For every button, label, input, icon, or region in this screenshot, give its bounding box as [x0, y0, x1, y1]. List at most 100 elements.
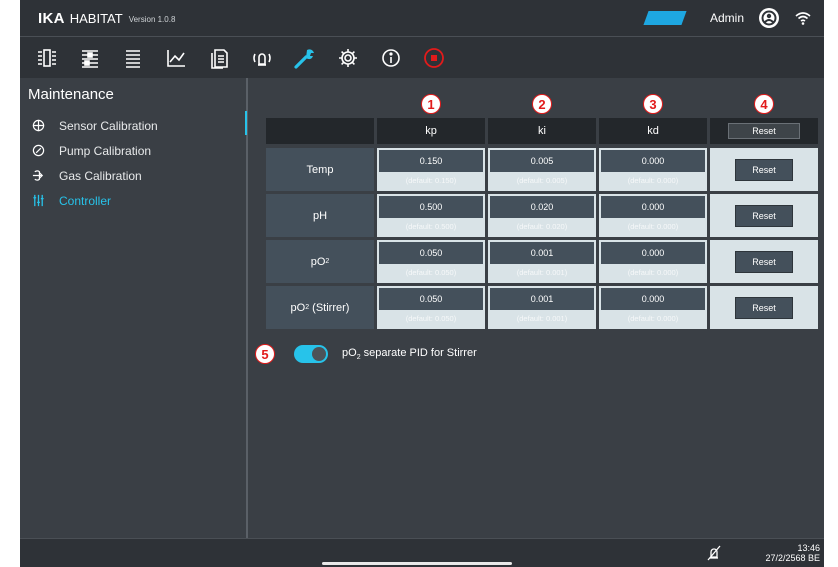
- toolbar-alarm-button[interactable]: [243, 38, 281, 78]
- sidebar-title: Maintenance: [28, 86, 114, 103]
- wifi-icon: [795, 12, 811, 25]
- toggle-knob: [312, 347, 326, 361]
- status-bar: 13:46 27/2/2568 BE: [20, 538, 824, 567]
- user-name[interactable]: Admin: [710, 11, 744, 25]
- reset-temp-button[interactable]: Reset: [735, 158, 793, 181]
- toolbar-maintenance-button[interactable]: [286, 38, 324, 78]
- list-icon: [126, 49, 140, 68]
- toolbar-settings-button[interactable]: [329, 38, 367, 78]
- ki-cell: 0.001 (default: 0.001): [488, 286, 596, 329]
- column-header-kp: kp: [377, 118, 485, 144]
- callout-marker: 4: [754, 94, 774, 114]
- reset-cell: Reset: [710, 148, 818, 191]
- reset-ph-button[interactable]: Reset: [735, 204, 793, 227]
- separate-pid-toggle[interactable]: [294, 345, 328, 363]
- callout-marker: 1: [421, 94, 441, 114]
- ki-default: (default: 0.020): [516, 222, 568, 231]
- callout-marker: 5: [255, 344, 275, 364]
- alarm-icon: [253, 52, 271, 66]
- ki-input[interactable]: 0.001: [490, 288, 594, 310]
- gas-icon: [32, 170, 44, 181]
- ki-cell: 0.001 (default: 0.001): [488, 240, 596, 283]
- kp-default: (default: 0.050): [405, 268, 457, 277]
- kd-cell: 0.000 (default: 0.000): [599, 194, 707, 237]
- sidebar-item-pump-calibration[interactable]: Pump Calibration: [20, 138, 246, 163]
- reset-all-button[interactable]: Reset: [728, 123, 800, 139]
- sidebar-item-gas-calibration[interactable]: Gas Calibration: [20, 163, 246, 188]
- info-icon: [382, 48, 400, 67]
- sidebar-item-controller[interactable]: Controller: [20, 188, 246, 213]
- toolbar-list-button[interactable]: [114, 38, 152, 78]
- clock: 13:46 27/2/2568 BE: [762, 543, 820, 563]
- kp-default: (default: 0.150): [405, 176, 457, 185]
- version-label: Version 1.0.8: [128, 15, 176, 24]
- callout-marker: 2: [532, 94, 552, 114]
- kp-cell: 0.150 (default: 0.150): [377, 148, 485, 191]
- kp-input[interactable]: 0.050: [379, 242, 483, 264]
- controller-panel: 1 2 3 4 kp ki kd Reset Temp 0.150 (defau…: [250, 78, 824, 538]
- home-indicator[interactable]: [322, 562, 512, 565]
- ki-input[interactable]: 0.005: [490, 150, 594, 172]
- kd-cell: 0.000 (default: 0.000): [599, 286, 707, 329]
- row-label-ph: pH: [266, 194, 374, 237]
- toolbar-chart-button[interactable]: [157, 38, 195, 78]
- profile-icon[interactable]: [758, 7, 780, 29]
- ki-input[interactable]: 0.001: [490, 242, 594, 264]
- table-row: pO 2 (Stirrer) 0.050 (default: 0.050) 0.0…: [266, 286, 822, 329]
- crosshair-icon: [32, 119, 45, 132]
- screen-indicator: [643, 11, 687, 25]
- table-header: kp ki kd Reset: [266, 118, 822, 144]
- kd-default: (default: 0.000): [627, 222, 679, 231]
- table-row: pO 2 0.050 (default: 0.050) 0.001 (defaul…: [266, 240, 822, 283]
- app-window: IKA HABITAT Version 1.0.8 Admin Maintena…: [20, 0, 824, 567]
- brand-logo: IKA: [38, 9, 65, 27]
- settings-gear-icon: [339, 48, 357, 67]
- ki-default: (default: 0.001): [516, 314, 568, 323]
- kd-default: (default: 0.000): [627, 268, 679, 277]
- reset-cell: Reset: [710, 240, 818, 283]
- kd-input[interactable]: 0.000: [601, 242, 705, 264]
- ki-cell: 0.020 (default: 0.020): [488, 194, 596, 237]
- reset-po2-button[interactable]: Reset: [735, 250, 793, 273]
- toolbar-overview-button[interactable]: [28, 38, 66, 78]
- reset-po2-stirrer-button[interactable]: Reset: [735, 296, 793, 319]
- row-label-temp: Temp: [266, 148, 374, 191]
- pid-table: kp ki kd Reset Temp 0.150 (default: 0.15…: [266, 118, 822, 332]
- ki-input[interactable]: 0.020: [490, 196, 594, 218]
- sidebar-item-label: Sensor Calibration: [59, 118, 158, 133]
- clock-date: 27/2/2568 BE: [765, 553, 820, 563]
- kp-input[interactable]: 0.050: [379, 288, 483, 310]
- parameters-icon: [82, 49, 98, 68]
- separate-pid-label: pO2 separate PID for Stirrer: [342, 346, 477, 362]
- sliders-icon: [33, 194, 44, 207]
- toolbar-info-button[interactable]: [372, 38, 410, 78]
- document-icon: [211, 48, 228, 69]
- toolbar-parameters-button[interactable]: [71, 38, 109, 78]
- kp-default: (default: 0.500): [405, 222, 457, 231]
- header-reset-cell: Reset: [710, 118, 818, 144]
- reset-cell: Reset: [710, 286, 818, 329]
- kd-cell: 0.000 (default: 0.000): [599, 240, 707, 283]
- sound-muted-icon[interactable]: [706, 545, 722, 561]
- ki-default: (default: 0.005): [516, 176, 568, 185]
- wrench-icon: [294, 48, 314, 69]
- kp-input[interactable]: 0.500: [379, 196, 483, 218]
- sidebar-item-sensor-calibration[interactable]: Sensor Calibration: [20, 113, 246, 138]
- reset-cell: Reset: [710, 194, 818, 237]
- kd-default: (default: 0.000): [627, 314, 679, 323]
- toolbar-stop-button[interactable]: [415, 38, 453, 78]
- column-header-kd: kd: [599, 118, 707, 144]
- kp-input[interactable]: 0.150: [379, 150, 483, 172]
- header-corner: [266, 118, 374, 144]
- active-section-marker: [245, 111, 247, 135]
- product-name: HABITAT: [69, 10, 123, 26]
- row-label-po2: pO 2: [266, 240, 374, 283]
- kd-input[interactable]: 0.000: [601, 196, 705, 218]
- main-toolbar: [20, 36, 824, 78]
- kd-input[interactable]: 0.000: [601, 288, 705, 310]
- column-header-ki: ki: [488, 118, 596, 144]
- sidebar-item-label: Pump Calibration: [59, 143, 152, 158]
- toolbar-document-button[interactable]: [200, 38, 238, 78]
- top-bar: IKA HABITAT Version 1.0.8 Admin: [20, 0, 824, 36]
- kd-input[interactable]: 0.000: [601, 150, 705, 172]
